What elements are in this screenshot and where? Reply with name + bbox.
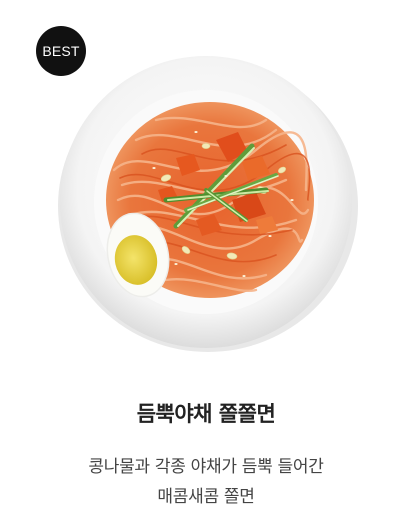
product-card[interactable]: BEST 듬뿍야채 쫄쫄면 콩나물과 각종 야채가 듬뿍 들어간 매콤새콤 쫄면 [0,0,412,532]
product-description-line-2: 매콤새콤 쫄면 [157,487,255,507]
noodle-bowl-icon [58,56,358,352]
product-description: 콩나물과 각종 야채가 듬뿍 들어간 매콤새콤 쫄면 [0,452,412,512]
best-badge: BEST [36,26,86,76]
product-description-line-1: 콩나물과 각종 야채가 듬뿍 들어간 [88,457,324,477]
product-name[interactable]: 듬뿍야채 쫄쫄면 [0,398,412,428]
product-image[interactable] [56,50,360,354]
